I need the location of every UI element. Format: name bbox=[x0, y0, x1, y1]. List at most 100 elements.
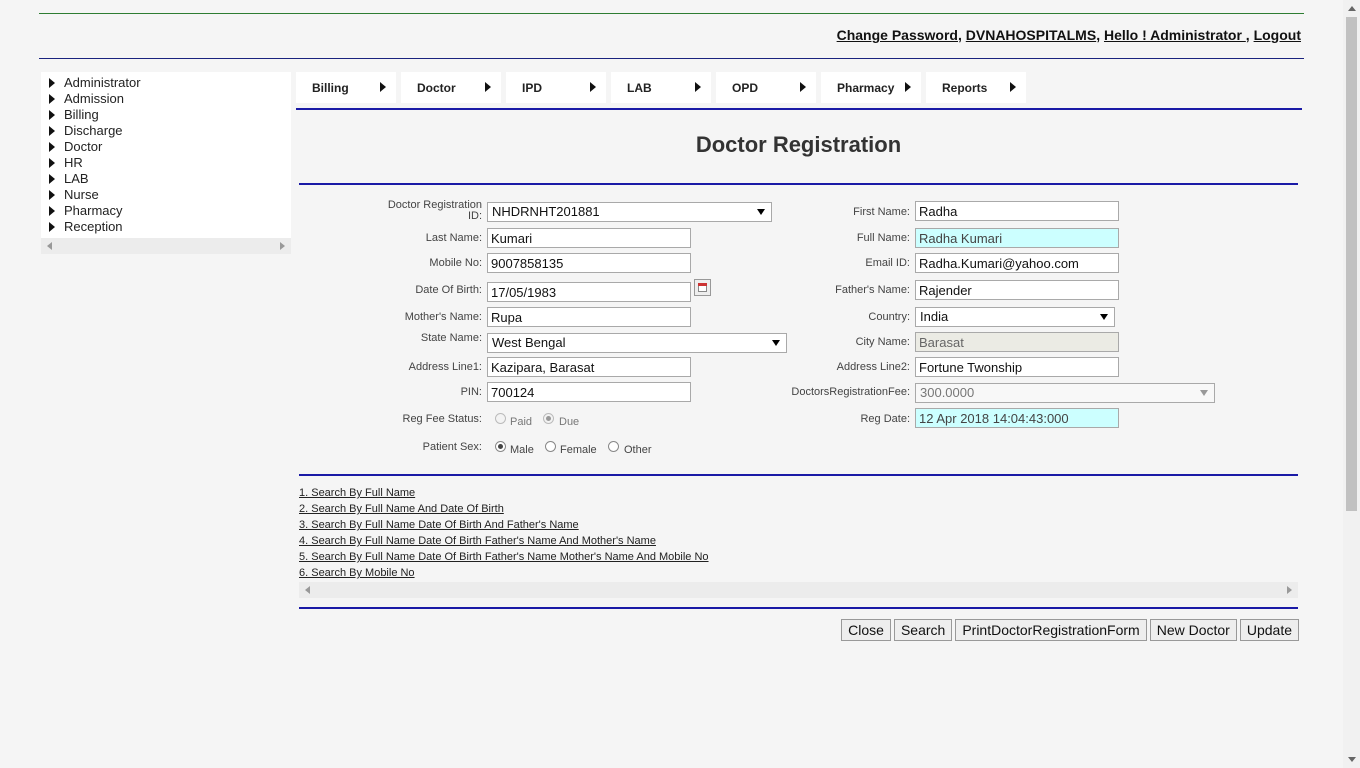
city-input[interactable]: Barasat bbox=[915, 332, 1119, 352]
sidebar-item-pharmacy[interactable]: Pharmacy bbox=[41, 203, 291, 219]
fee-due-radio[interactable] bbox=[543, 413, 554, 424]
scroll-right-icon[interactable] bbox=[1287, 586, 1292, 594]
buttons-divider bbox=[299, 607, 1298, 609]
search-link-mobile[interactable]: 6. Search By Mobile No bbox=[299, 565, 709, 581]
search-link-name-dob-father[interactable]: 3. Search By Full Name Date Of Birth And… bbox=[299, 517, 709, 533]
search-link-name-dob-father-mother-mobile[interactable]: 5. Search By Full Name Date Of Birth Fat… bbox=[299, 549, 709, 565]
scroll-down-icon[interactable] bbox=[1348, 757, 1356, 762]
menu-lab[interactable]: LAB bbox=[611, 72, 711, 103]
last-name-input[interactable]: Kumari bbox=[487, 228, 691, 248]
menu-ipd[interactable]: IPD bbox=[506, 72, 606, 103]
page-vertical-scrollbar[interactable] bbox=[1343, 0, 1360, 768]
sidebar-item-admission[interactable]: Admission bbox=[41, 91, 291, 107]
sex-male-radio[interactable] bbox=[495, 441, 506, 452]
menu-billing[interactable]: Billing bbox=[296, 72, 396, 103]
menu-label: Pharmacy bbox=[837, 81, 895, 95]
scrollbar-thumb[interactable] bbox=[1346, 17, 1357, 511]
submenu-arrow-icon bbox=[380, 82, 386, 92]
search-link-name-dob[interactable]: 2. Search By Full Name And Date Of Birth bbox=[299, 501, 709, 517]
scroll-left-icon[interactable] bbox=[47, 242, 52, 250]
sex-other-radio[interactable] bbox=[608, 441, 619, 452]
dob-label: Date Of Birth: bbox=[415, 284, 482, 296]
search-button[interactable]: Search bbox=[893, 619, 953, 641]
sidebar-item-doctor[interactable]: Doctor bbox=[41, 139, 291, 155]
sidebar-item-reception[interactable]: Reception bbox=[41, 219, 291, 235]
scroll-up-icon[interactable] bbox=[1348, 6, 1356, 11]
search-link-name-dob-father-mother[interactable]: 4. Search By Full Name Date Of Birth Fat… bbox=[299, 533, 709, 549]
expand-arrow-icon bbox=[49, 174, 55, 184]
menu-divider bbox=[296, 108, 1302, 110]
address2-input[interactable]: Fortune Twonship bbox=[915, 357, 1119, 377]
full-name-input[interactable]: Radha Kumari bbox=[915, 228, 1119, 248]
menu-doctor[interactable]: Doctor bbox=[401, 72, 501, 103]
email-label: Email ID: bbox=[865, 257, 910, 269]
address1-input[interactable]: Kazipara, Barasat bbox=[487, 357, 691, 377]
pin-input[interactable]: 700124 bbox=[487, 382, 691, 402]
menu-label: Doctor bbox=[417, 81, 456, 95]
search-link-full-name[interactable]: 1. Search By Full Name bbox=[299, 485, 709, 501]
menu-pharmacy[interactable]: Pharmacy bbox=[821, 72, 921, 103]
menu-reports[interactable]: Reports bbox=[926, 72, 1026, 103]
state-select[interactable]: West Bengal bbox=[487, 333, 787, 353]
logout-link[interactable]: Logout bbox=[1254, 27, 1301, 43]
reg-date-label: Reg Date: bbox=[860, 413, 910, 425]
mobile-label: Mobile No: bbox=[429, 257, 482, 269]
sex-female-radio[interactable] bbox=[545, 441, 556, 452]
sidebar-item-label: Pharmacy bbox=[64, 203, 123, 218]
sidebar-item-hr[interactable]: HR bbox=[41, 155, 291, 171]
reg-fee-select[interactable]: 300.0000 bbox=[915, 383, 1215, 403]
scroll-right-icon[interactable] bbox=[280, 242, 285, 250]
city-label: City Name: bbox=[855, 336, 910, 348]
expand-arrow-icon bbox=[49, 78, 55, 88]
scroll-left-icon[interactable] bbox=[305, 586, 310, 594]
sidebar-item-nurse[interactable]: Nurse bbox=[41, 187, 291, 203]
new-doctor-button[interactable]: New Doctor bbox=[1149, 619, 1237, 641]
father-name-input[interactable]: Rajender bbox=[915, 280, 1119, 300]
submenu-arrow-icon bbox=[695, 82, 701, 92]
sidebar-item-label: Doctor bbox=[64, 139, 103, 154]
update-button[interactable]: Update bbox=[1239, 619, 1299, 641]
sex-other-label: Other bbox=[624, 444, 652, 456]
sidebar-horizontal-scrollbar[interactable] bbox=[41, 238, 291, 254]
calendar-icon[interactable] bbox=[694, 279, 711, 296]
fee-paid-radio[interactable] bbox=[495, 413, 506, 424]
full-name-label: Full Name: bbox=[856, 232, 910, 244]
title-divider bbox=[299, 183, 1298, 185]
menu-label: IPD bbox=[522, 81, 543, 95]
state-value: West Bengal bbox=[492, 335, 566, 350]
results-horizontal-scrollbar[interactable] bbox=[299, 582, 1298, 598]
country-select[interactable]: India bbox=[915, 307, 1115, 327]
page-title: Doctor Registration bbox=[695, 132, 902, 157]
country-value: India bbox=[920, 309, 949, 324]
greeting-link[interactable]: Hello ! Administrator bbox=[1104, 27, 1246, 43]
reg-date-input[interactable]: 12 Apr 2018 14:04:43:000 bbox=[915, 408, 1119, 428]
sidebar-item-billing[interactable]: Billing bbox=[41, 107, 291, 123]
sidebar-item-label: Administrator bbox=[64, 75, 141, 90]
submenu-arrow-icon bbox=[905, 82, 911, 92]
print-form-button[interactable]: PrintDoctorRegistrationForm bbox=[955, 619, 1147, 641]
change-password-link[interactable]: Change Password bbox=[837, 27, 958, 43]
close-button[interactable]: Close bbox=[841, 619, 891, 641]
fee-paid-label: Paid bbox=[510, 416, 533, 428]
country-label: Country: bbox=[868, 311, 910, 323]
mother-name-label: Mother's Name: bbox=[404, 311, 482, 323]
dob-input[interactable]: 17/05/1983 bbox=[487, 282, 691, 302]
mobile-input[interactable]: 9007858135 bbox=[487, 253, 691, 273]
first-name-label: First Name: bbox=[853, 206, 910, 218]
first-name-input[interactable]: Radha bbox=[915, 201, 1119, 221]
pin-label: PIN: bbox=[460, 386, 482, 398]
state-label: State Name: bbox=[420, 332, 482, 344]
reg-id-select[interactable]: NHDRNHT201881 bbox=[487, 202, 772, 222]
sidebar-item-lab[interactable]: LAB bbox=[41, 171, 291, 187]
menu-opd[interactable]: OPD bbox=[716, 72, 816, 103]
expand-arrow-icon bbox=[49, 190, 55, 200]
menu-label: Billing bbox=[312, 81, 349, 95]
sidebar-item-discharge[interactable]: Discharge bbox=[41, 123, 291, 139]
mother-name-input[interactable]: Rupa bbox=[487, 307, 691, 327]
form-divider bbox=[299, 474, 1298, 476]
search-links: 1. Search By Full Name 2. Search By Full… bbox=[299, 485, 709, 581]
hospital-link[interactable]: DVNAHOSPITALMS bbox=[966, 27, 1096, 43]
email-input[interactable]: Radha.Kumari@yahoo.com bbox=[915, 253, 1119, 273]
expand-arrow-icon bbox=[49, 110, 55, 120]
sidebar-item-administrator[interactable]: Administrator bbox=[41, 75, 291, 91]
